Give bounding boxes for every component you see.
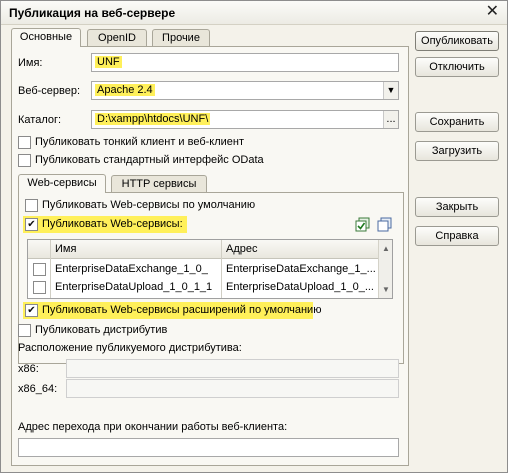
distrib-location-label: Расположение публикуемого дистрибутива: [18,342,242,354]
dropdown-arrow-icon[interactable]: ▼ [383,82,398,99]
publish-ws-label: Публиковать Web-сервисы: [42,218,183,230]
tab-webservices[interactable]: Web-сервисы [18,174,106,193]
uncheck-all-icon[interactable] [377,217,392,232]
window-title: Публикация на веб-сервере [9,6,176,20]
column-name-header[interactable]: Имя [55,243,76,255]
row-address: EnterpriseDataExchange_1_... [226,263,376,275]
publish-thin-client-checkbox[interactable] [18,136,31,149]
help-button[interactable]: Справка [415,226,499,246]
redirect-label: Адрес перехода при окончании работы веб-… [18,421,288,433]
row-name: EnterpriseDataExchange_1_0_ [55,263,208,275]
webservices-panel: Публиковать Web-сервисы по умолчанию Пуб… [18,192,404,364]
publish-odata-checkbox[interactable] [18,154,31,167]
publish-extensions-checkbox[interactable] [25,304,38,317]
tab-main[interactable]: Основные [11,28,81,47]
publish-ws-checkbox[interactable] [25,218,38,231]
close-button[interactable]: Закрыть [415,197,499,217]
tab-other[interactable]: Прочие [152,29,210,47]
publish-ws-default-checkbox[interactable] [25,199,38,212]
scroll-down-icon[interactable]: ▼ [382,285,390,294]
tab-http-services-label: HTTP сервисы [121,178,197,190]
webserver-select[interactable]: Apache 2.4 ▼ [91,81,399,100]
tab-openid[interactable]: OpenID [87,29,147,47]
table-scrollbar[interactable]: ▲ ▼ [378,240,392,298]
tab-main-label: Основные [19,31,73,43]
x86-label: x86: [18,363,39,375]
check-all-icon[interactable] [355,217,370,232]
publish-dialog: Публикация на веб-сервере ✕ Основные Ope… [0,0,508,473]
x86-64-label: x86_64: [18,383,58,395]
browse-button[interactable]: ... [383,111,398,128]
catalog-value: D:\xampp\htdocs\UNF\ [95,113,211,125]
column-divider [221,240,222,298]
column-divider [50,240,51,298]
x86-field[interactable] [66,359,399,378]
row-checkbox[interactable] [33,263,46,276]
row-name: EnterpriseDataUpload_1_0_1_1 [55,281,213,293]
close-icon[interactable]: ✕ [486,3,499,21]
main-tab-panel: Имя: UNF Веб-сервер: Apache 2.4 ▼ Катало… [11,46,409,466]
tab-webservices-label: Web-сервисы [27,177,97,189]
scroll-up-icon[interactable]: ▲ [382,244,390,253]
publish-thin-client-label: Публиковать тонкий клиент и веб-клиент [35,136,245,148]
webserver-label: Веб-сервер: [18,85,81,97]
title-bar: Публикация на веб-сервере ✕ [1,1,507,25]
disconnect-button[interactable]: Отключить [415,57,499,77]
tab-other-label: Прочие [162,32,200,44]
name-label: Имя: [18,57,43,69]
catalog-label: Каталог: [18,114,62,126]
save-button[interactable]: Сохранить [415,112,499,132]
load-button[interactable]: Загрузить [415,141,499,161]
column-address-header[interactable]: Адрес [226,243,258,255]
row-address: EnterpriseDataUpload_1_0_... [226,281,374,293]
webserver-value: Apache 2.4 [95,84,155,96]
name-field[interactable]: UNF [91,53,399,72]
tab-http-services[interactable]: HTTP сервисы [111,175,207,193]
redirect-field[interactable] [18,438,399,457]
publish-button[interactable]: Опубликовать [415,31,499,51]
row-checkbox[interactable] [33,281,46,294]
webservices-table: Имя Адрес EnterpriseDataExchange_1_0_ En… [27,239,393,299]
table-header: Имя Адрес [28,240,392,259]
publish-ws-default-label: Публиковать Web-сервисы по умолчанию [42,199,256,211]
tab-openid-label: OpenID [98,32,136,44]
publish-distrib-checkbox[interactable] [18,324,31,337]
name-value: UNF [95,56,122,68]
publish-extensions-label: Публиковать Web-сервисы расширений по ум… [42,304,322,316]
catalog-field[interactable]: D:\xampp\htdocs\UNF\ ... [91,110,399,129]
publish-distrib-label: Публиковать дистрибутив [35,324,168,336]
x86-64-field[interactable] [66,379,399,398]
publish-odata-label: Публиковать стандартный интерфейс OData [35,154,264,166]
